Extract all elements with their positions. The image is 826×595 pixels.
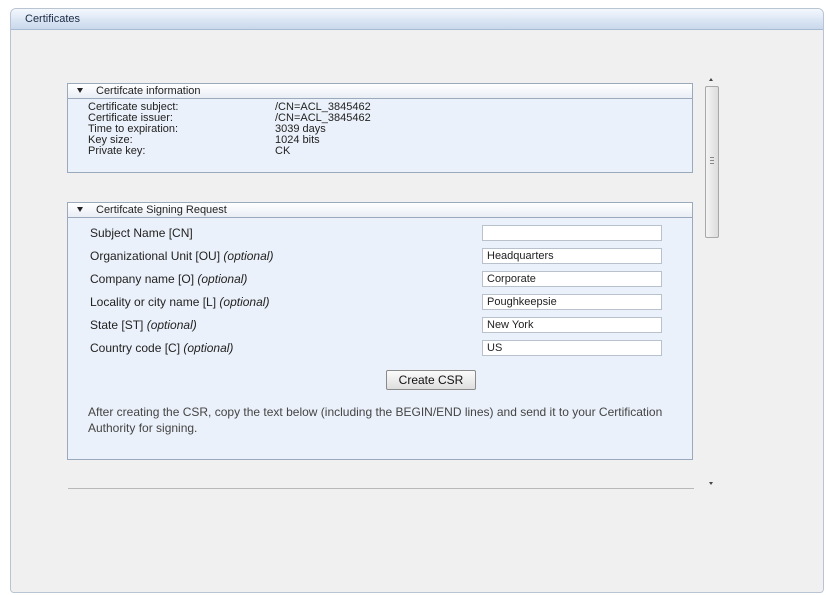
field-label: Organizational Unit [OU]	[90, 249, 221, 263]
window-title: Certificates	[25, 13, 81, 25]
locality-field[interactable]	[482, 294, 662, 310]
field-label: Country code [C]	[90, 341, 181, 355]
content-area: Certifcate information Certificate subje…	[11, 30, 823, 592]
locality-label: Locality or city name [L] (optional)	[90, 295, 269, 309]
country-code-field[interactable]	[482, 340, 662, 356]
optional-tag: (optional)	[183, 341, 234, 355]
field-label: State [ST]	[90, 318, 144, 332]
organizational-unit-label: Organizational Unit [OU] (optional)	[90, 249, 273, 263]
grip-line	[710, 160, 714, 161]
certificates-window: Certificates Certifcate information Cert…	[10, 8, 824, 593]
grip-line	[710, 163, 714, 164]
organizational-unit-field[interactable]	[482, 248, 662, 264]
state-field[interactable]	[482, 317, 662, 333]
scroll-up-arrow-icon[interactable]	[709, 78, 713, 81]
scrollbar-thumb[interactable]	[705, 86, 719, 238]
optional-tag: (optional)	[146, 318, 197, 332]
csr-instructions: After creating the CSR, copy the text be…	[88, 405, 663, 435]
company-name-label: Company name [O] (optional)	[90, 272, 247, 286]
title-bar: Certificates	[11, 9, 823, 30]
collapse-arrow-icon[interactable]	[77, 88, 83, 93]
optional-tag: (optional)	[223, 249, 274, 263]
field-label: Company name [O]	[90, 272, 195, 286]
field-label: Locality or city name [L]	[90, 295, 217, 309]
csr-header[interactable]: Certifcate Signing Request	[68, 203, 692, 218]
certificate-information-panel: Certifcate information Certificate subje…	[67, 83, 693, 173]
grip-line	[710, 157, 714, 158]
scroll-down-arrow-icon[interactable]	[709, 482, 713, 485]
panel-title: Certifcate Signing Request	[96, 204, 227, 216]
collapse-arrow-icon[interactable]	[77, 207, 83, 212]
csr-panel: Certifcate Signing Request Subject Name …	[67, 202, 693, 460]
create-csr-button[interactable]: Create CSR	[386, 370, 476, 390]
info-label: Private key:	[88, 145, 146, 157]
section-divider	[68, 488, 694, 489]
field-label: Subject Name [CN]	[90, 226, 193, 240]
optional-tag: (optional)	[197, 272, 248, 286]
company-name-field[interactable]	[482, 271, 662, 287]
info-value: CK	[275, 145, 291, 157]
country-code-label: Country code [C] (optional)	[90, 341, 233, 355]
subject-name-field[interactable]	[482, 225, 662, 241]
panel-title: Certifcate information	[96, 85, 201, 97]
subject-name-label: Subject Name [CN]	[90, 226, 193, 240]
state-label: State [ST] (optional)	[90, 318, 197, 332]
certificate-information-header[interactable]: Certifcate information	[68, 84, 692, 99]
optional-tag: (optional)	[219, 295, 270, 309]
